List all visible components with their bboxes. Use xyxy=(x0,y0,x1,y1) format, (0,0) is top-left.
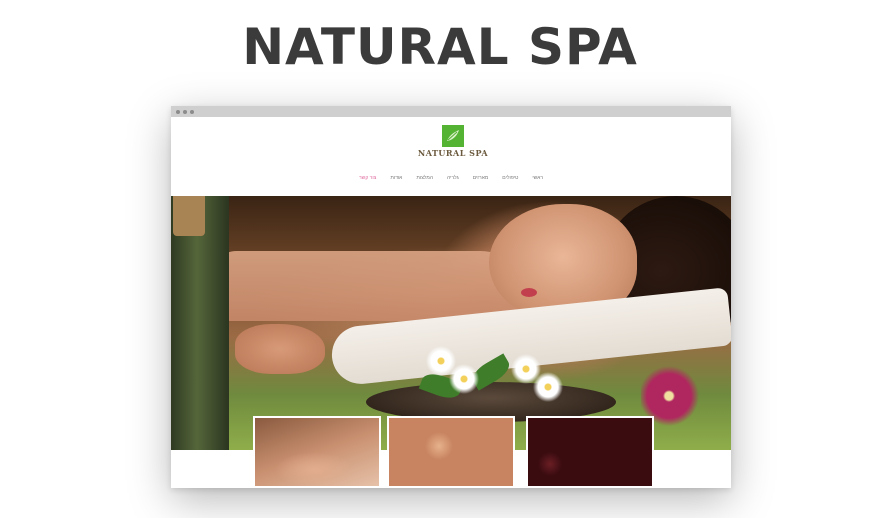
page-title: NATURAL SPA xyxy=(242,18,638,76)
hero-banner-image xyxy=(171,196,731,450)
window-dot-icon xyxy=(190,110,194,114)
jasmine-flower-icon xyxy=(533,372,563,402)
jasmine-flower-icon xyxy=(449,364,479,394)
hero-hand xyxy=(235,324,325,374)
nav-item-treatments[interactable]: טיפולים xyxy=(502,175,518,181)
logo-text[interactable]: NATURAL SPA xyxy=(401,148,505,158)
hero-lips xyxy=(521,288,537,297)
thumbnail-facial[interactable] xyxy=(526,416,654,488)
window-dot-icon xyxy=(183,110,187,114)
main-navigation: ראשי טיפולים מארזים גלריה המלצות אודות צ… xyxy=(171,175,731,181)
leaf-logo-icon[interactable] xyxy=(442,125,464,147)
oil-bottle xyxy=(171,196,229,450)
nav-item-home[interactable]: ראשי xyxy=(532,175,543,181)
browser-titlebar xyxy=(171,106,731,117)
nav-item-gallery[interactable]: גלריה xyxy=(447,175,459,181)
bottle-cork xyxy=(173,196,205,236)
nav-item-contact[interactable]: צור קשר xyxy=(359,175,376,181)
treatment-thumbnails xyxy=(171,414,731,488)
site-header: NATURAL SPA ראשי טיפולים מארזים גלריה המ… xyxy=(171,117,731,197)
nav-item-packages[interactable]: מארזים xyxy=(473,175,489,181)
hero-body xyxy=(211,251,531,321)
window-dot-icon xyxy=(176,110,180,114)
thumbnail-massage[interactable] xyxy=(253,416,381,488)
thumbnail-bath[interactable] xyxy=(387,416,515,488)
browser-mockup: NATURAL SPA ראשי טיפולים מארזים גלריה המ… xyxy=(171,106,731,488)
nav-item-testimonials[interactable]: המלצות xyxy=(416,175,433,181)
nav-item-about[interactable]: אודות xyxy=(390,175,402,181)
